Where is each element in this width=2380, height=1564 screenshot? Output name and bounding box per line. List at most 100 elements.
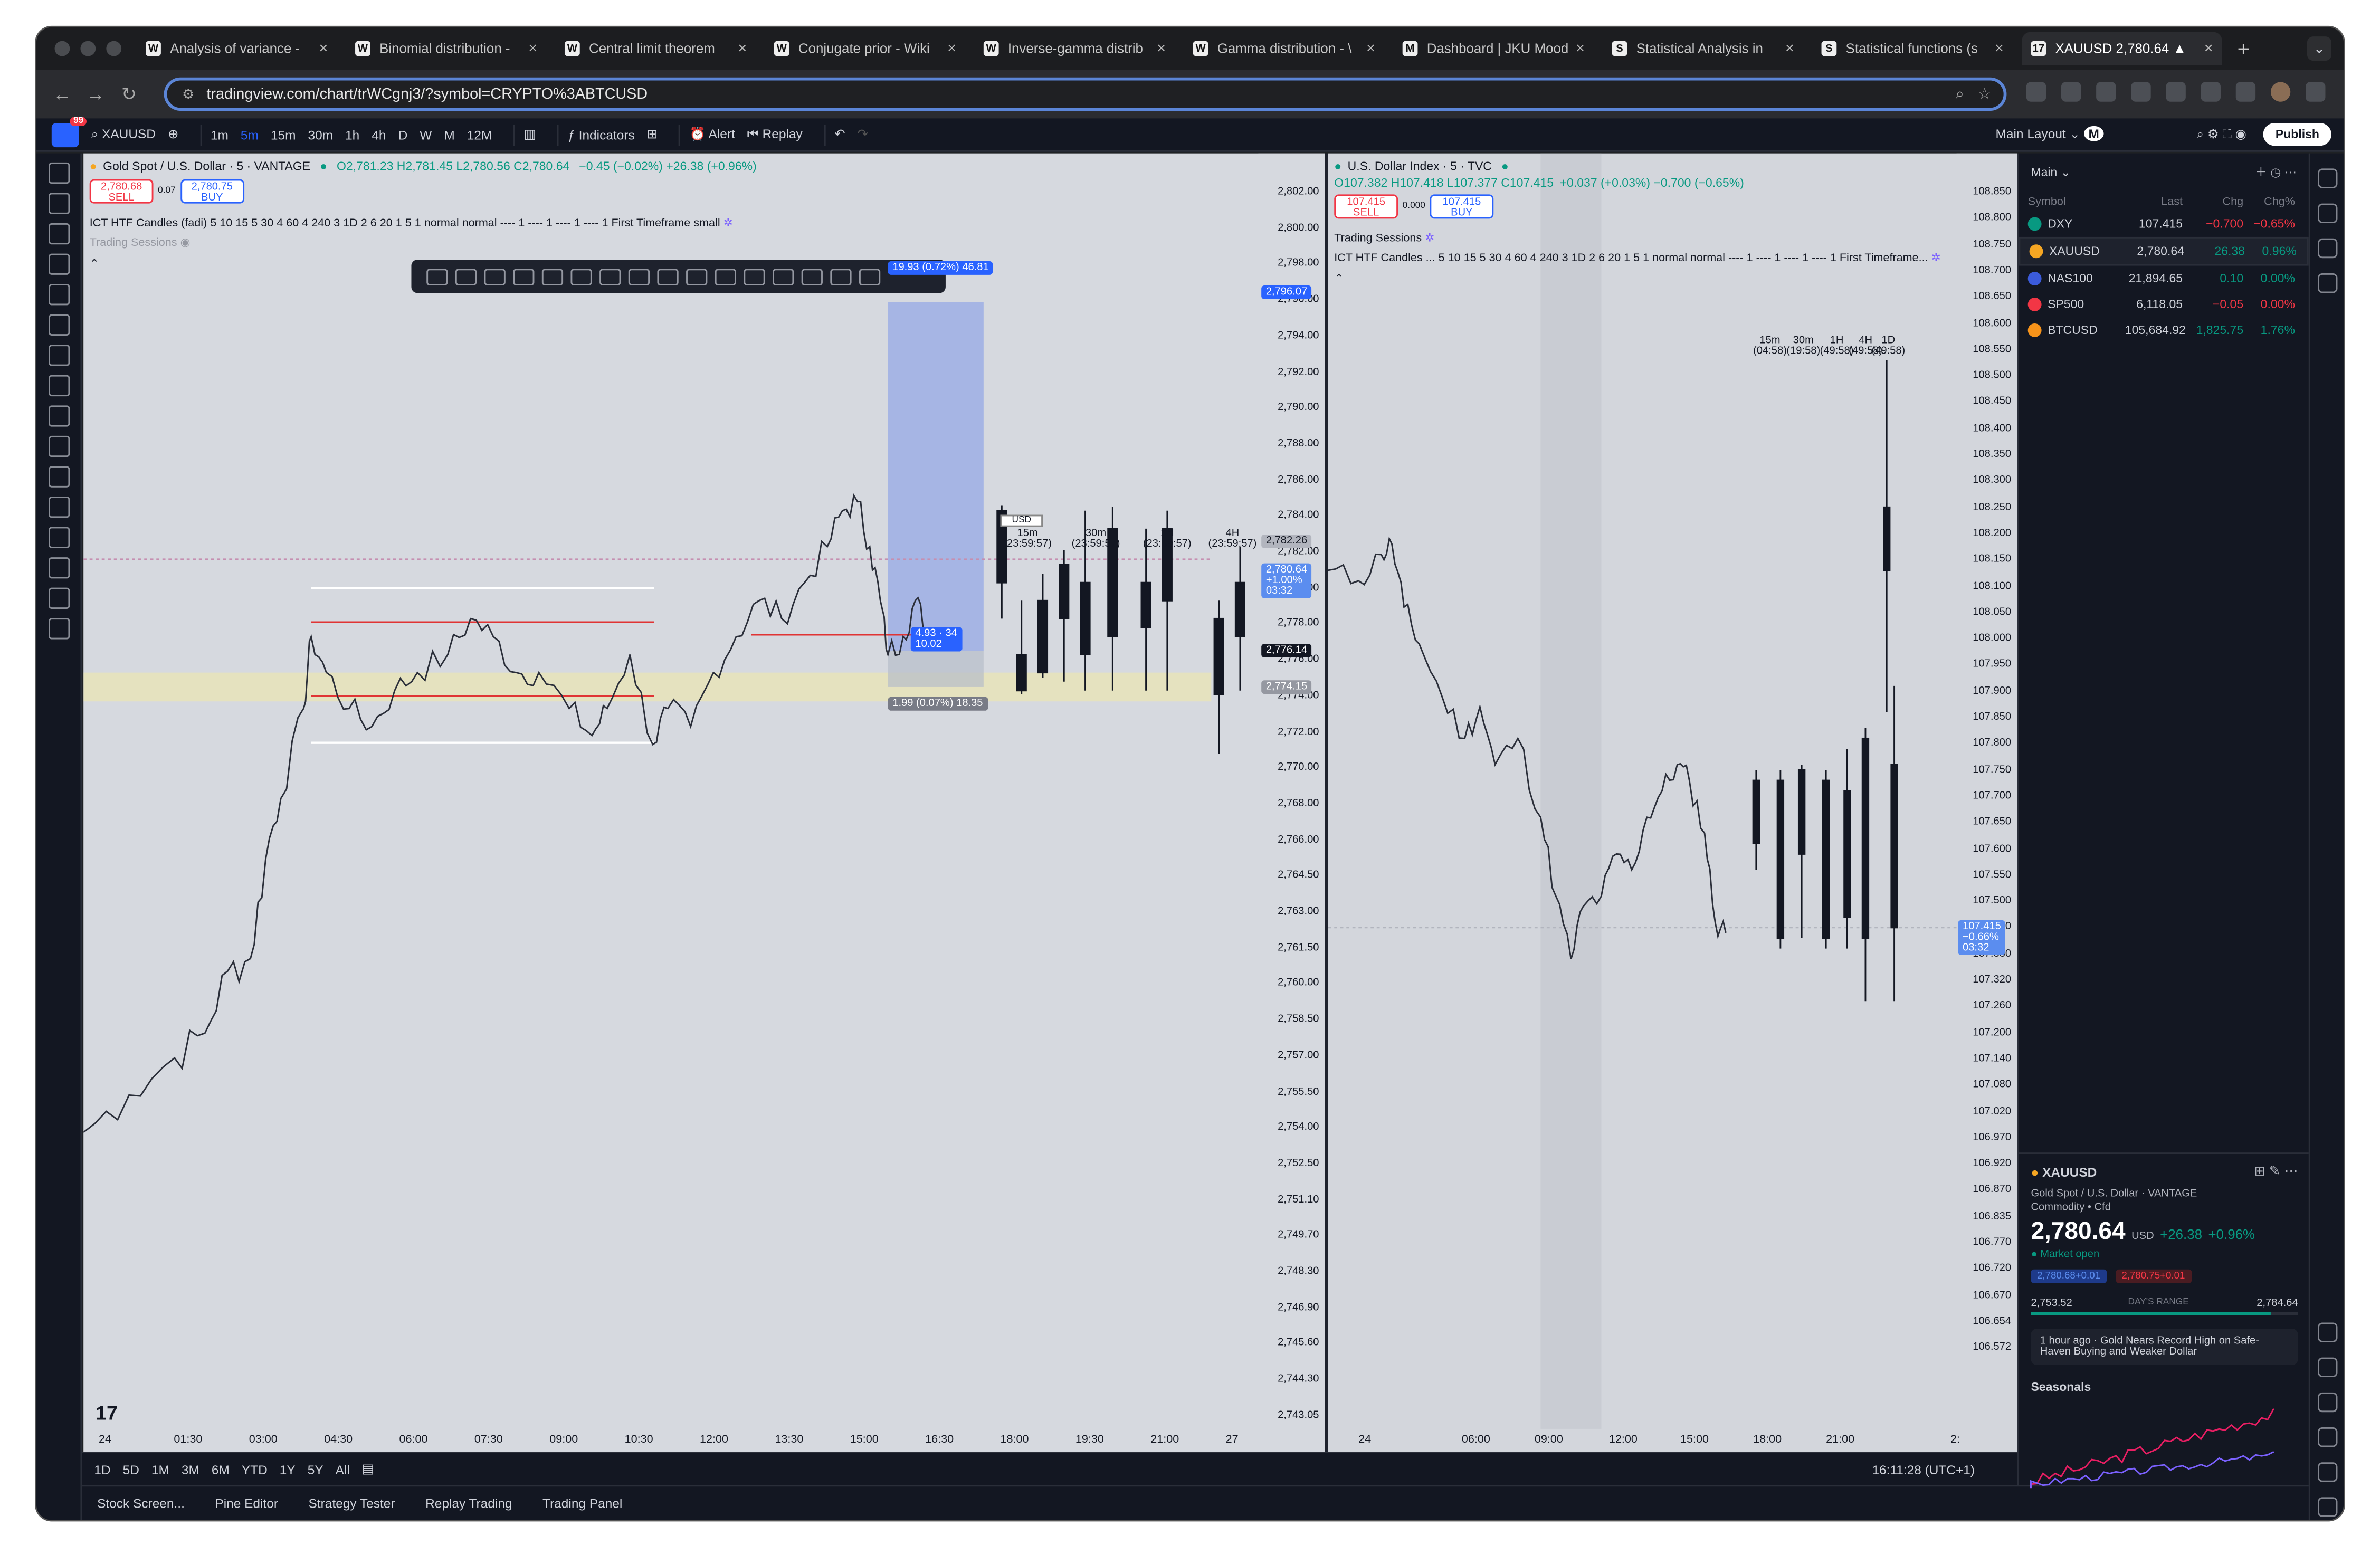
trash-icon[interactable]: [49, 618, 70, 640]
browser-tab[interactable]: 17 XAUUSD 2,780.64 ▲ ×: [2022, 32, 2222, 65]
help-icon[interactable]: [2318, 1497, 2338, 1517]
browser-tab[interactable]: S Statistical functions (s ×: [1812, 32, 2013, 65]
browser-tab[interactable]: W Conjugate prior - Wiki ×: [765, 32, 966, 65]
timeframe-1h[interactable]: 1h: [345, 127, 359, 142]
floating-drawing-toolbar[interactable]: [411, 260, 946, 293]
close-tab-icon[interactable]: ×: [947, 40, 956, 57]
price-tag-level[interactable]: 2,776.14: [1261, 644, 1312, 659]
drawbar-tool-icon[interactable]: [599, 268, 621, 285]
timeframe-15m[interactable]: 15m: [271, 127, 296, 142]
chart-clock[interactable]: 16:11:28 (UTC+1): [1872, 1462, 1975, 1477]
alert-button[interactable]: ⏰ Alert: [690, 126, 735, 143]
zoom-in-icon[interactable]: [49, 435, 70, 457]
geometric-shapes-icon[interactable]: [49, 314, 70, 336]
hide-icon[interactable]: [49, 557, 70, 579]
long-position-target[interactable]: [888, 302, 984, 651]
watchlist-row[interactable]: SP500 6,118.05 −0.05 0.00%: [2019, 292, 2308, 318]
range-5D[interactable]: 5D: [123, 1462, 139, 1477]
close-tab-icon[interactable]: ×: [1157, 40, 1166, 57]
browser-tab[interactable]: W Analysis of variance - ×: [137, 32, 337, 65]
reload-icon[interactable]: ↻: [112, 83, 146, 104]
drawbar-tool-icon[interactable]: [830, 268, 852, 285]
drawbar-tool-icon[interactable]: [657, 268, 679, 285]
alerts-icon[interactable]: [2318, 203, 2338, 224]
drawbar-tool-icon[interactable]: [801, 268, 823, 285]
timeframe-30m[interactable]: 30m: [308, 127, 333, 142]
drawbar-tool-icon[interactable]: [744, 268, 765, 285]
close-tab-icon[interactable]: ×: [738, 40, 747, 57]
watchlist-col-chg%[interactable]: Chg%: [2243, 194, 2295, 208]
drawbar-tool-icon[interactable]: [628, 268, 650, 285]
ask-badge[interactable]: 2,780.75+0.01: [2115, 1269, 2191, 1283]
collapse-icon-r[interactable]: ⌃: [1334, 272, 1344, 285]
close-tab-icon[interactable]: ×: [1785, 40, 1794, 57]
range-6M[interactable]: 6M: [212, 1462, 230, 1477]
dxy-htf-candle[interactable]: [1797, 769, 1806, 855]
symbol-search[interactable]: ⌕ XAUUSD: [91, 126, 156, 143]
window-controls[interactable]: [54, 41, 122, 56]
details-symbol[interactable]: ● XAUUSD: [2031, 1164, 2097, 1179]
dxy-last-price-tag[interactable]: 107.415 −0.66% 03:32: [1958, 920, 2006, 955]
dxy-htf-candle[interactable]: [1822, 779, 1830, 939]
chart-type-icon[interactable]: ▥: [524, 126, 536, 143]
bell-icon[interactable]: [2318, 1462, 2338, 1482]
topbar-icons[interactable]: ⌕ ⚙ ⛶ ◉: [2196, 126, 2246, 143]
templates-icon[interactable]: ⊞: [647, 126, 658, 143]
dxy-chart-canvas[interactable]: [1328, 153, 2017, 1452]
watchlist-col-chg[interactable]: Chg: [2183, 194, 2244, 208]
range-1Y[interactable]: 1Y: [280, 1462, 296, 1477]
dxy-price-series[interactable]: [1328, 536, 1727, 959]
gold-indicator-legend[interactable]: ICT HTF Candles (fadi) 5 10 15 5 30 4 60…: [90, 216, 733, 230]
drawbar-tool-icon[interactable]: [570, 268, 592, 285]
replay-button[interactable]: ⏮ Replay: [747, 126, 803, 143]
site-info-icon[interactable]: ⚙: [182, 86, 194, 103]
seasonals-title[interactable]: Seasonals: [2019, 1374, 2310, 1400]
browser-tab[interactable]: W Inverse-gamma distrib ×: [975, 32, 1175, 65]
gold-chart-canvas[interactable]: [83, 154, 1325, 1452]
panel-tab[interactable]: Pine Editor: [215, 1496, 278, 1511]
watchlist-row[interactable]: BTCUSD 105,684.92 1,825.75 1.76%: [2019, 317, 2308, 343]
htf-candle[interactable]: [1213, 617, 1224, 695]
range-3M[interactable]: 3M: [182, 1462, 199, 1477]
range-YTD[interactable]: YTD: [242, 1462, 268, 1477]
compare-icon[interactable]: ⊕: [168, 126, 178, 143]
bid-badge[interactable]: 2,780.68+0.01: [2031, 1269, 2107, 1283]
layers-icon[interactable]: [2318, 238, 2338, 259]
timeframe-M[interactable]: M: [444, 127, 454, 142]
forward-icon[interactable]: →: [79, 83, 112, 104]
tab-search-icon[interactable]: ⌄: [2307, 36, 2331, 61]
browser-tab[interactable]: W Binomial distribution - ×: [346, 32, 547, 65]
range-5Y[interactable]: 5Y: [308, 1462, 323, 1477]
position-mid-label[interactable]: 4.93 · 34 10.02: [910, 627, 962, 652]
close-tab-icon[interactable]: ×: [1366, 40, 1375, 57]
range-1D[interactable]: 1D: [94, 1462, 110, 1477]
trend-line-icon[interactable]: [49, 193, 70, 214]
close-tab-icon[interactable]: ×: [1995, 40, 2004, 57]
target-icon[interactable]: [2318, 1357, 2338, 1378]
drawbar-tool-icon[interactable]: [484, 268, 506, 285]
timeframe-12M[interactable]: 12M: [467, 127, 492, 142]
zoom-icon[interactable]: ⌕: [1956, 86, 1964, 103]
prediction-icon[interactable]: [49, 284, 70, 306]
range-All[interactable]: All: [336, 1462, 350, 1477]
watchlist-actions[interactable]: ＋ ◷ ⋯: [2255, 164, 2297, 181]
chart-pane-dxy[interactable]: ● U.S. Dollar Index · 5 · TVC ● O107.382 …: [1328, 153, 2017, 1452]
htf-candle[interactable]: [1016, 654, 1027, 692]
htf-candle[interactable]: [1140, 581, 1151, 628]
gold-sell-button[interactable]: 2,780.68 SELL: [89, 179, 154, 204]
drawbar-tool-icon[interactable]: [455, 268, 477, 285]
browser-tab[interactable]: W Central limit theorem ×: [556, 32, 756, 65]
dxy-htf-candle[interactable]: [1776, 779, 1785, 939]
timeframe-1m[interactable]: 1m: [211, 127, 229, 142]
gold-price-series[interactable]: [83, 493, 927, 1133]
chart-pane-gold[interactable]: ● Gold Spot / U.S. Dollar · 5 · VANTAGE ●…: [83, 153, 1325, 1452]
layout-menu[interactable]: Main Layout ⌄ M: [1996, 126, 2104, 143]
dxy-sell-button[interactable]: 107.415 SELL: [1334, 194, 1398, 219]
community-icon[interactable]: [2318, 1427, 2338, 1447]
details-actions[interactable]: ⊞ ✎ ⋯: [2254, 1163, 2298, 1180]
watchlist-row[interactable]: DXY 107.415 −0.700 −0.65%: [2019, 211, 2308, 237]
close-tab-icon[interactable]: ×: [2204, 40, 2213, 57]
calendar-icon[interactable]: [2318, 1392, 2338, 1413]
watchlist-col-symbol[interactable]: Symbol: [2028, 194, 2125, 208]
timeframe-W[interactable]: W: [420, 127, 432, 142]
